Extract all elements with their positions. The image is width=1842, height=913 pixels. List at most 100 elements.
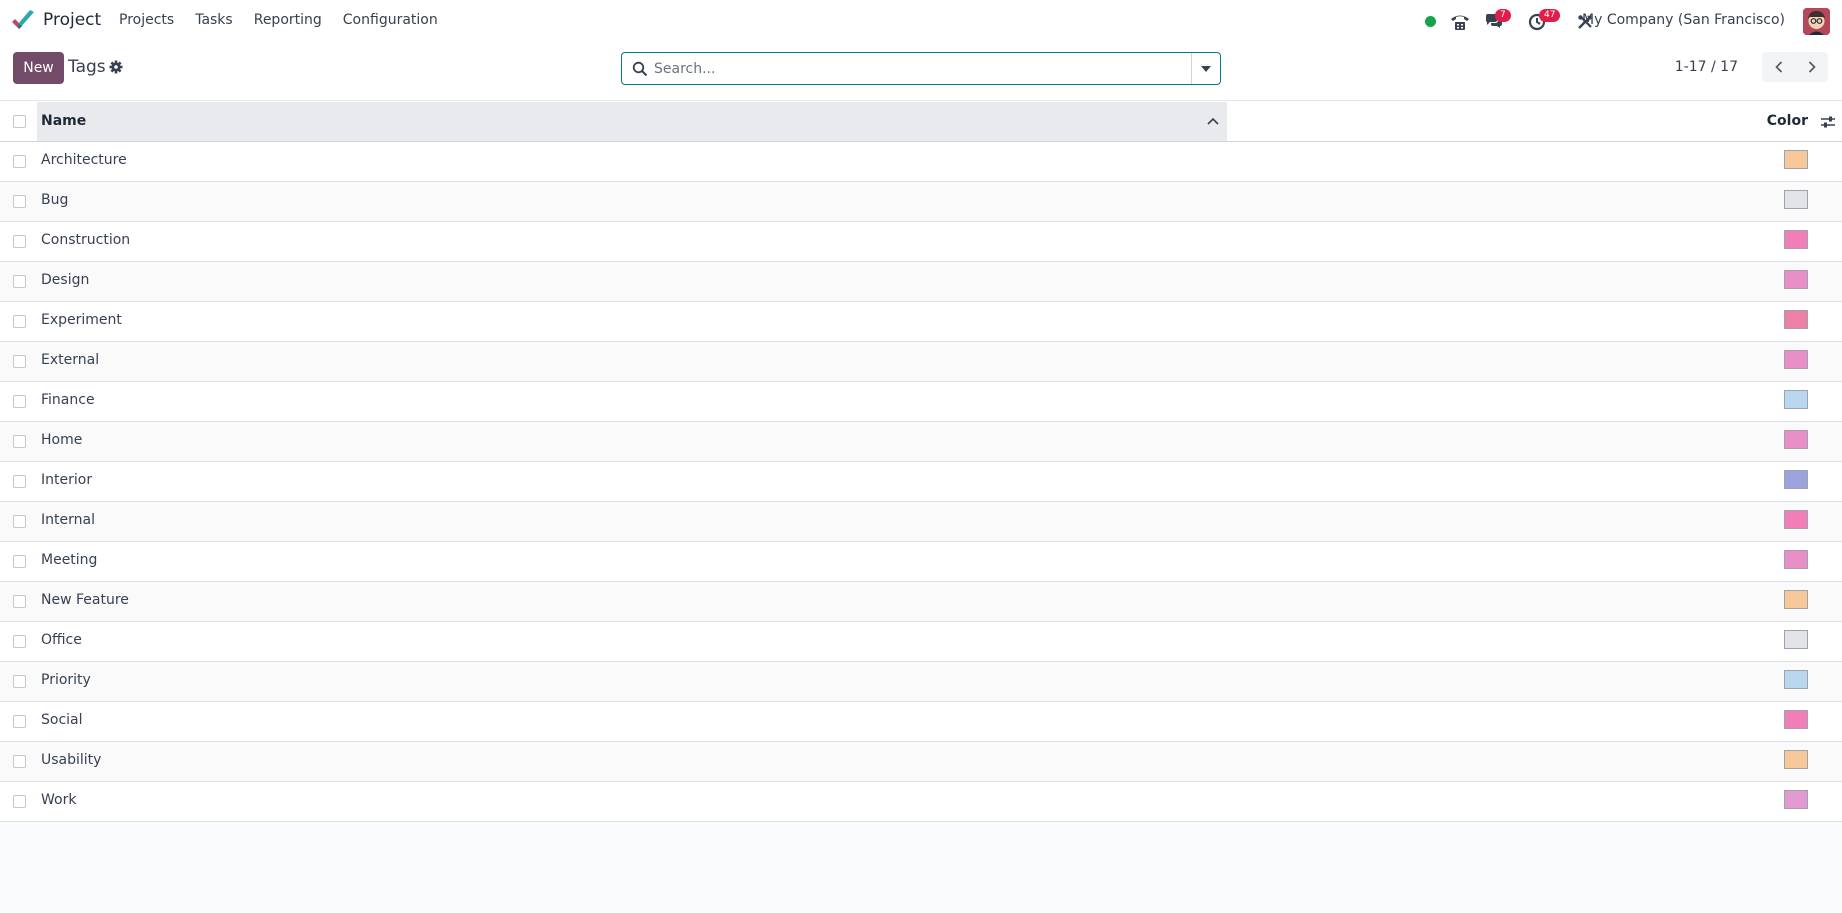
table-row[interactable]: Finance	[0, 382, 1842, 422]
company-switcher[interactable]: My Company (San Francisco)	[1582, 12, 1785, 28]
tag-name: Design	[41, 272, 90, 288]
pager-previous-button[interactable]	[1762, 52, 1795, 82]
color-swatch[interactable]	[1784, 150, 1808, 169]
top-navbar: Project Projects Tasks Reporting Configu…	[0, 0, 1842, 43]
tag-name: Social	[41, 712, 83, 728]
optional-columns-icon[interactable]	[1820, 114, 1836, 130]
row-checkbox[interactable]	[13, 475, 26, 488]
table-row[interactable]: Usability	[0, 742, 1842, 782]
menu-reporting[interactable]: Reporting	[254, 12, 322, 28]
color-swatch[interactable]	[1784, 350, 1808, 369]
color-swatch[interactable]	[1784, 550, 1808, 569]
color-swatch[interactable]	[1784, 710, 1808, 729]
table-row[interactable]: Construction	[0, 222, 1842, 262]
color-swatch[interactable]	[1784, 430, 1808, 449]
user-avatar-icon	[1803, 8, 1830, 35]
table-row[interactable]: Design	[0, 262, 1842, 302]
app-name[interactable]: Project	[43, 10, 101, 30]
name-column-header[interactable]	[37, 102, 1227, 141]
row-checkbox[interactable]	[13, 315, 26, 328]
row-checkbox[interactable]	[13, 195, 26, 208]
tag-name: Usability	[41, 752, 102, 768]
tag-name: Interior	[41, 472, 93, 488]
table-row[interactable]: New Feature	[0, 582, 1842, 622]
tag-name: Work	[41, 792, 77, 808]
phone-button[interactable]	[1449, 0, 1471, 43]
menu-projects[interactable]: Projects	[119, 12, 174, 28]
color-swatch[interactable]	[1784, 790, 1808, 809]
table-row[interactable]: Social	[0, 702, 1842, 742]
row-checkbox[interactable]	[13, 715, 26, 728]
tag-name: Office	[41, 632, 82, 648]
row-checkbox[interactable]	[13, 355, 26, 368]
search-options-toggle[interactable]	[1191, 53, 1220, 84]
row-checkbox[interactable]	[13, 235, 26, 248]
table-row[interactable]: Interior	[0, 462, 1842, 502]
pager-value[interactable]: 1-17 / 17	[1675, 59, 1738, 75]
color-swatch[interactable]	[1784, 630, 1808, 649]
tag-name: External	[41, 352, 100, 368]
table-row[interactable]: Office	[0, 622, 1842, 662]
chevron-left-icon	[1774, 61, 1782, 73]
row-checkbox[interactable]	[13, 515, 26, 528]
online-status-icon	[1424, 16, 1436, 27]
color-swatch[interactable]	[1784, 310, 1808, 329]
user-avatar[interactable]	[1803, 8, 1830, 35]
project-app-icon[interactable]	[10, 10, 36, 32]
messages-count-badge: 7	[1495, 9, 1511, 22]
search-input[interactable]	[654, 57, 1184, 80]
row-checkbox[interactable]	[13, 795, 26, 808]
table-row[interactable]: Bug	[0, 182, 1842, 222]
table-row[interactable]: Work	[0, 782, 1842, 822]
color-swatch[interactable]	[1784, 270, 1808, 289]
pager-next-button[interactable]	[1795, 52, 1828, 82]
color-swatch[interactable]	[1784, 190, 1808, 209]
search-icon	[632, 61, 648, 77]
presence-status[interactable]	[1423, 0, 1437, 43]
chevron-right-icon	[1808, 61, 1816, 73]
table-row[interactable]: Internal	[0, 502, 1842, 542]
color-swatch[interactable]	[1784, 670, 1808, 689]
menu-tasks[interactable]: Tasks	[195, 12, 233, 28]
row-checkbox[interactable]	[13, 675, 26, 688]
row-checkbox[interactable]	[13, 555, 26, 568]
new-button[interactable]: New	[13, 52, 64, 84]
phone-icon	[1451, 15, 1469, 30]
tag-name: Bug	[41, 192, 69, 208]
table-row[interactable]: Experiment	[0, 302, 1842, 342]
search-bar	[621, 52, 1221, 85]
caret-down-icon	[1201, 65, 1211, 72]
row-checkbox[interactable]	[13, 395, 26, 408]
color-swatch[interactable]	[1784, 510, 1808, 529]
color-swatch[interactable]	[1784, 590, 1808, 609]
color-swatch[interactable]	[1784, 470, 1808, 489]
table-row[interactable]: Home	[0, 422, 1842, 462]
color-swatch[interactable]	[1784, 230, 1808, 249]
page-title: Tags	[68, 57, 106, 77]
row-checkbox[interactable]	[13, 435, 26, 448]
tag-name: Meeting	[41, 552, 98, 568]
activities-count-badge: 47	[1539, 9, 1561, 22]
row-checkbox[interactable]	[13, 635, 26, 648]
main-menu: Projects Tasks Reporting Configuration	[119, 12, 459, 28]
table-row[interactable]: Architecture	[0, 142, 1842, 182]
row-checkbox[interactable]	[13, 595, 26, 608]
select-all-checkbox[interactable]	[13, 115, 26, 128]
tag-name: Architecture	[41, 152, 127, 168]
color-column-header[interactable]: Color	[1767, 113, 1808, 129]
color-swatch[interactable]	[1784, 390, 1808, 409]
color-swatch[interactable]	[1784, 750, 1808, 769]
row-checkbox[interactable]	[13, 755, 26, 768]
table-row[interactable]: Priority	[0, 662, 1842, 702]
table-header: Name Color	[0, 102, 1842, 142]
tag-name: Priority	[41, 672, 91, 688]
gear-icon[interactable]	[108, 59, 124, 75]
row-checkbox[interactable]	[13, 275, 26, 288]
row-checkbox[interactable]	[13, 155, 26, 168]
tags-list-table: Name Color Architecture Bug Construction De…	[0, 102, 1842, 822]
menu-configuration[interactable]: Configuration	[343, 12, 438, 28]
tag-name: Internal	[41, 512, 95, 528]
table-row[interactable]: Meeting	[0, 542, 1842, 582]
table-row[interactable]: External	[0, 342, 1842, 382]
sort-ascending-icon	[1207, 117, 1219, 125]
